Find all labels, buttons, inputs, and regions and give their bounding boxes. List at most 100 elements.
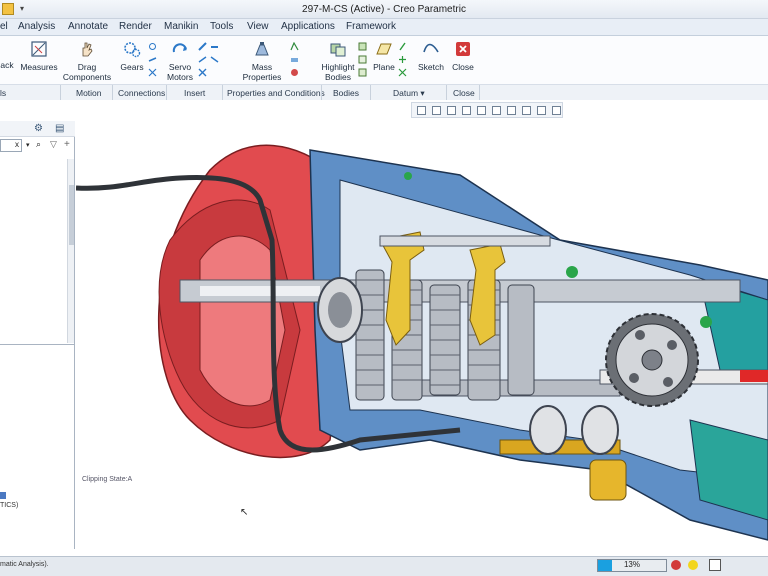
insert-icon-1[interactable] bbox=[198, 42, 207, 51]
gears-label: Gears bbox=[120, 62, 144, 72]
bodies-icon-1[interactable] bbox=[358, 42, 367, 51]
add-icon[interactable]: + bbox=[64, 139, 70, 150]
zoom-out-icon[interactable] bbox=[447, 106, 456, 115]
ribbon-group-labels: ls Motion Connections Insert Properties … bbox=[0, 84, 768, 100]
highlight-bodies-label: Highlight Bodies bbox=[321, 62, 355, 82]
gears-icon bbox=[124, 42, 141, 58]
tree-filter-icon[interactable]: ⚙ bbox=[34, 123, 43, 134]
tab-render[interactable]: Render bbox=[119, 21, 152, 32]
gears-button[interactable]: Gears bbox=[118, 40, 146, 72]
filter-icon[interactable]: ▽ bbox=[50, 139, 57, 150]
menu-bar: el Analysis Annotate Render Manikin Tool… bbox=[0, 19, 768, 36]
stop-icon[interactable] bbox=[671, 560, 681, 570]
highlight-bodies-icon bbox=[330, 43, 346, 57]
display-style-icon[interactable] bbox=[492, 106, 501, 115]
bodies-icon-2[interactable] bbox=[358, 55, 367, 64]
group-label-motion: Motion bbox=[76, 88, 102, 98]
group-label-first[interactable]: ls bbox=[0, 88, 6, 98]
connection-icon-2[interactable] bbox=[148, 55, 157, 64]
datum-csys-icon[interactable] bbox=[398, 68, 407, 77]
back-button[interactable]: ack bbox=[0, 60, 14, 70]
connection-icon-3[interactable] bbox=[148, 68, 157, 77]
hand-icon bbox=[82, 42, 93, 57]
status-bar: matic Analysis). 13% bbox=[0, 556, 768, 576]
zoom-in-icon[interactable] bbox=[432, 106, 441, 115]
insert-icon-5[interactable] bbox=[198, 68, 207, 77]
tab-analysis[interactable]: Analysis bbox=[18, 21, 55, 32]
search-dropdown-icon[interactable]: ▾ bbox=[26, 141, 30, 149]
sketch-button[interactable]: Sketch bbox=[416, 40, 446, 72]
group-label-properties: Properties and Conditions bbox=[227, 88, 325, 98]
zoom-indicator[interactable]: 13% bbox=[597, 559, 667, 572]
ribbon: ack Measures Drag Components Gears Servo… bbox=[0, 36, 768, 100]
refit-icon[interactable] bbox=[417, 106, 426, 115]
graphics-window[interactable] bbox=[76, 121, 768, 549]
datum-axis-icon[interactable] bbox=[398, 42, 407, 51]
group-label-datum[interactable]: Datum ▾ bbox=[393, 88, 425, 99]
mass-properties-icon bbox=[255, 42, 269, 56]
tab-annotate[interactable]: Annotate bbox=[68, 21, 108, 32]
plane-icon bbox=[376, 43, 392, 55]
measures-label: Measures bbox=[20, 62, 58, 72]
sketch-icon bbox=[423, 43, 439, 53]
plane-label: Plane bbox=[373, 62, 395, 72]
lightbulb-icon[interactable] bbox=[688, 560, 698, 570]
window-title: 297-M-CS (Active) - Creo Parametric bbox=[302, 4, 466, 15]
view-manager-icon[interactable] bbox=[507, 106, 516, 115]
back-label: ack bbox=[0, 60, 14, 70]
tree-settings-icon[interactable]: ▤ bbox=[55, 123, 64, 134]
drag-components-label: Drag Components bbox=[62, 62, 112, 82]
tab-framework[interactable]: Framework bbox=[346, 21, 396, 32]
status-message: matic Analysis). bbox=[0, 561, 49, 568]
property-icon-2[interactable] bbox=[290, 55, 299, 64]
title-bar: ▾ 297-M-CS (Active) - Creo Parametric bbox=[0, 0, 768, 19]
tab-view[interactable]: View bbox=[247, 21, 269, 32]
datum-point-icon[interactable] bbox=[398, 55, 407, 64]
close-label: Close bbox=[452, 62, 474, 72]
group-label-bodies: Bodies bbox=[333, 88, 359, 98]
measures-button[interactable]: Measures bbox=[20, 40, 58, 72]
repaint-icon[interactable] bbox=[462, 106, 471, 115]
annotation-display-icon[interactable] bbox=[552, 106, 561, 115]
tab-applications[interactable]: Applications bbox=[281, 21, 335, 32]
mouse-cursor-icon: ↖ bbox=[240, 507, 249, 518]
drag-components-button[interactable]: Drag Components bbox=[62, 40, 112, 82]
datum-display-icon[interactable] bbox=[537, 106, 546, 115]
find-icon[interactable]: ⌕ bbox=[36, 139, 41, 150]
tab-tools[interactable]: Tools bbox=[210, 21, 233, 32]
property-icon-1[interactable] bbox=[290, 42, 299, 51]
tree-node-label[interactable]: TICS) bbox=[0, 502, 18, 509]
scrollbar-thumb[interactable] bbox=[69, 185, 74, 245]
panel-divider[interactable] bbox=[0, 344, 75, 345]
tree-search-input[interactable]: x bbox=[0, 139, 22, 152]
plane-button[interactable]: Plane bbox=[372, 40, 396, 72]
insert-icon-3[interactable] bbox=[198, 55, 207, 64]
group-divider bbox=[222, 85, 223, 100]
connection-icon-1[interactable] bbox=[148, 42, 157, 51]
tab-manikin[interactable]: Manikin bbox=[164, 21, 198, 32]
insert-icon-2[interactable] bbox=[210, 42, 219, 51]
saved-orientations-icon[interactable] bbox=[477, 106, 486, 115]
group-label-connections: Connections bbox=[118, 88, 166, 98]
selection-filter-icon[interactable] bbox=[709, 559, 721, 571]
mass-properties-button[interactable]: Mass Properties bbox=[240, 40, 284, 82]
tree-node-icon[interactable] bbox=[0, 492, 6, 499]
measures-icon bbox=[31, 41, 47, 57]
mass-properties-label: Mass Properties bbox=[242, 62, 282, 82]
close-button[interactable]: Close bbox=[450, 40, 476, 72]
highlight-bodies-button[interactable]: Highlight Bodies bbox=[320, 40, 356, 82]
servo-motors-label: Servo Motors bbox=[167, 62, 193, 82]
insert-icon-4[interactable] bbox=[210, 55, 219, 64]
sketch-label: Sketch bbox=[418, 62, 444, 72]
tab-model[interactable]: el bbox=[0, 21, 8, 32]
servo-motor-icon bbox=[172, 43, 187, 53]
tree-scrollbar[interactable] bbox=[67, 159, 74, 343]
clipping-state-label: Clipping State:A bbox=[82, 476, 133, 483]
model-tree-panel: ⚙ ▤ x ▾ ⌕ ▽ + TICS) bbox=[0, 121, 75, 549]
servo-motors-button[interactable]: Servo Motors bbox=[165, 40, 195, 82]
property-icon-3[interactable] bbox=[290, 68, 299, 77]
gearbox-cutaway-model bbox=[76, 144, 768, 541]
bodies-icon-3[interactable] bbox=[358, 68, 367, 77]
perspective-icon[interactable] bbox=[522, 106, 531, 115]
group-divider bbox=[446, 85, 447, 100]
